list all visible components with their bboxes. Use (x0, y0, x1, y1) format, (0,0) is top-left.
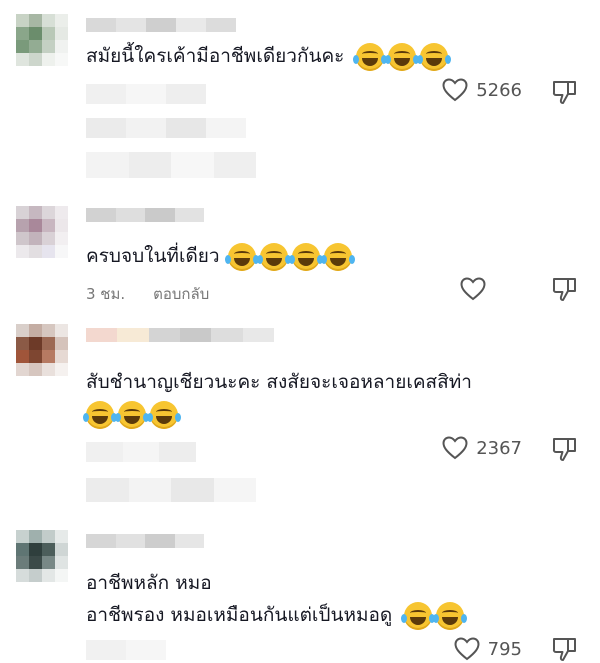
heart-icon[interactable] (460, 277, 486, 301)
comment-meta: 3 ชม. ตอบกลับ (86, 282, 209, 306)
username[interactable] (86, 328, 274, 342)
comment-text: สมัยนี้ใครเค้ามีอาชีพเดียวกันคะ (86, 40, 452, 72)
blurred-reply-preview (86, 640, 166, 660)
like-count: 795 (487, 638, 522, 660)
avatar[interactable] (16, 14, 68, 66)
username[interactable] (86, 208, 204, 222)
comment-text: อาชีพรอง หมอเหมือนกันแต่เป็นหมอดู (86, 599, 468, 631)
like-button[interactable]: 795 (454, 637, 522, 661)
comment-text: อาชีพหลัก หมอ (86, 567, 212, 599)
avatar[interactable] (16, 206, 68, 258)
laughing-emoji-icon (115, 400, 149, 429)
heart-icon (454, 637, 480, 661)
laughing-emoji-icon (256, 242, 291, 271)
comment-body: สมัยนี้ใครเค้ามีอาชีพเดียวกันคะ (86, 45, 345, 67)
like-count: 2367 (476, 437, 522, 459)
thumbs-down-icon[interactable] (552, 276, 578, 302)
blurred-reply-preview (86, 152, 256, 178)
laughing-emoji-icon (288, 242, 323, 271)
username[interactable] (86, 534, 204, 548)
laughing-emoji-icon (224, 242, 259, 271)
laughing-emoji-icon (385, 42, 420, 71)
emoji-group (83, 400, 181, 429)
comment-time: 3 ชม. (86, 285, 126, 303)
emoji-group (224, 242, 355, 271)
avatar[interactable] (16, 530, 68, 582)
comment-text: สับชำนาญเชียวนะคะ สงสัยจะเจอหลายเคสสิท่า (86, 366, 472, 398)
laughing-emoji-icon (353, 42, 388, 71)
comment-body: สับชำนาญเชียวนะคะ สงสัยจะเจอหลายเคสสิท่า (86, 371, 472, 393)
heart-icon (442, 436, 468, 460)
heart-icon (442, 78, 468, 102)
like-count: 5266 (476, 79, 522, 101)
laughing-emoji-icon (433, 601, 468, 630)
blurred-reply-preview (86, 478, 256, 502)
laughing-emoji-icon (320, 242, 355, 271)
reply-link[interactable]: ตอบกลับ (153, 282, 209, 306)
laughing-emoji-icon (147, 400, 181, 429)
comment-body: ครบจบในที่เดียว (86, 245, 220, 267)
blurred-reply-preview (86, 118, 246, 138)
laughing-emoji-icon (401, 601, 436, 630)
emoji-group (353, 42, 452, 71)
blurred-reply-preview (86, 84, 206, 104)
comment-text: ครบจบในที่เดียว (86, 240, 355, 272)
laughing-emoji-icon (83, 400, 117, 429)
thumbs-down-icon[interactable] (552, 636, 578, 662)
thumbs-down-icon[interactable] (552, 79, 578, 105)
like-button[interactable]: 5266 (442, 78, 522, 102)
username[interactable] (86, 18, 236, 32)
comment-text-emoji-line (83, 398, 181, 430)
like-button[interactable]: 2367 (442, 436, 522, 460)
blurred-reply-preview (86, 442, 197, 462)
comment-body-line1: อาชีพหลัก หมอ (86, 572, 212, 594)
comment-body-line2: อาชีพรอง หมอเหมือนกันแต่เป็นหมอดู (86, 604, 393, 626)
laughing-emoji-icon (417, 42, 452, 71)
emoji-group (401, 601, 468, 630)
avatar[interactable] (16, 324, 68, 376)
thumbs-down-icon[interactable] (552, 436, 578, 462)
